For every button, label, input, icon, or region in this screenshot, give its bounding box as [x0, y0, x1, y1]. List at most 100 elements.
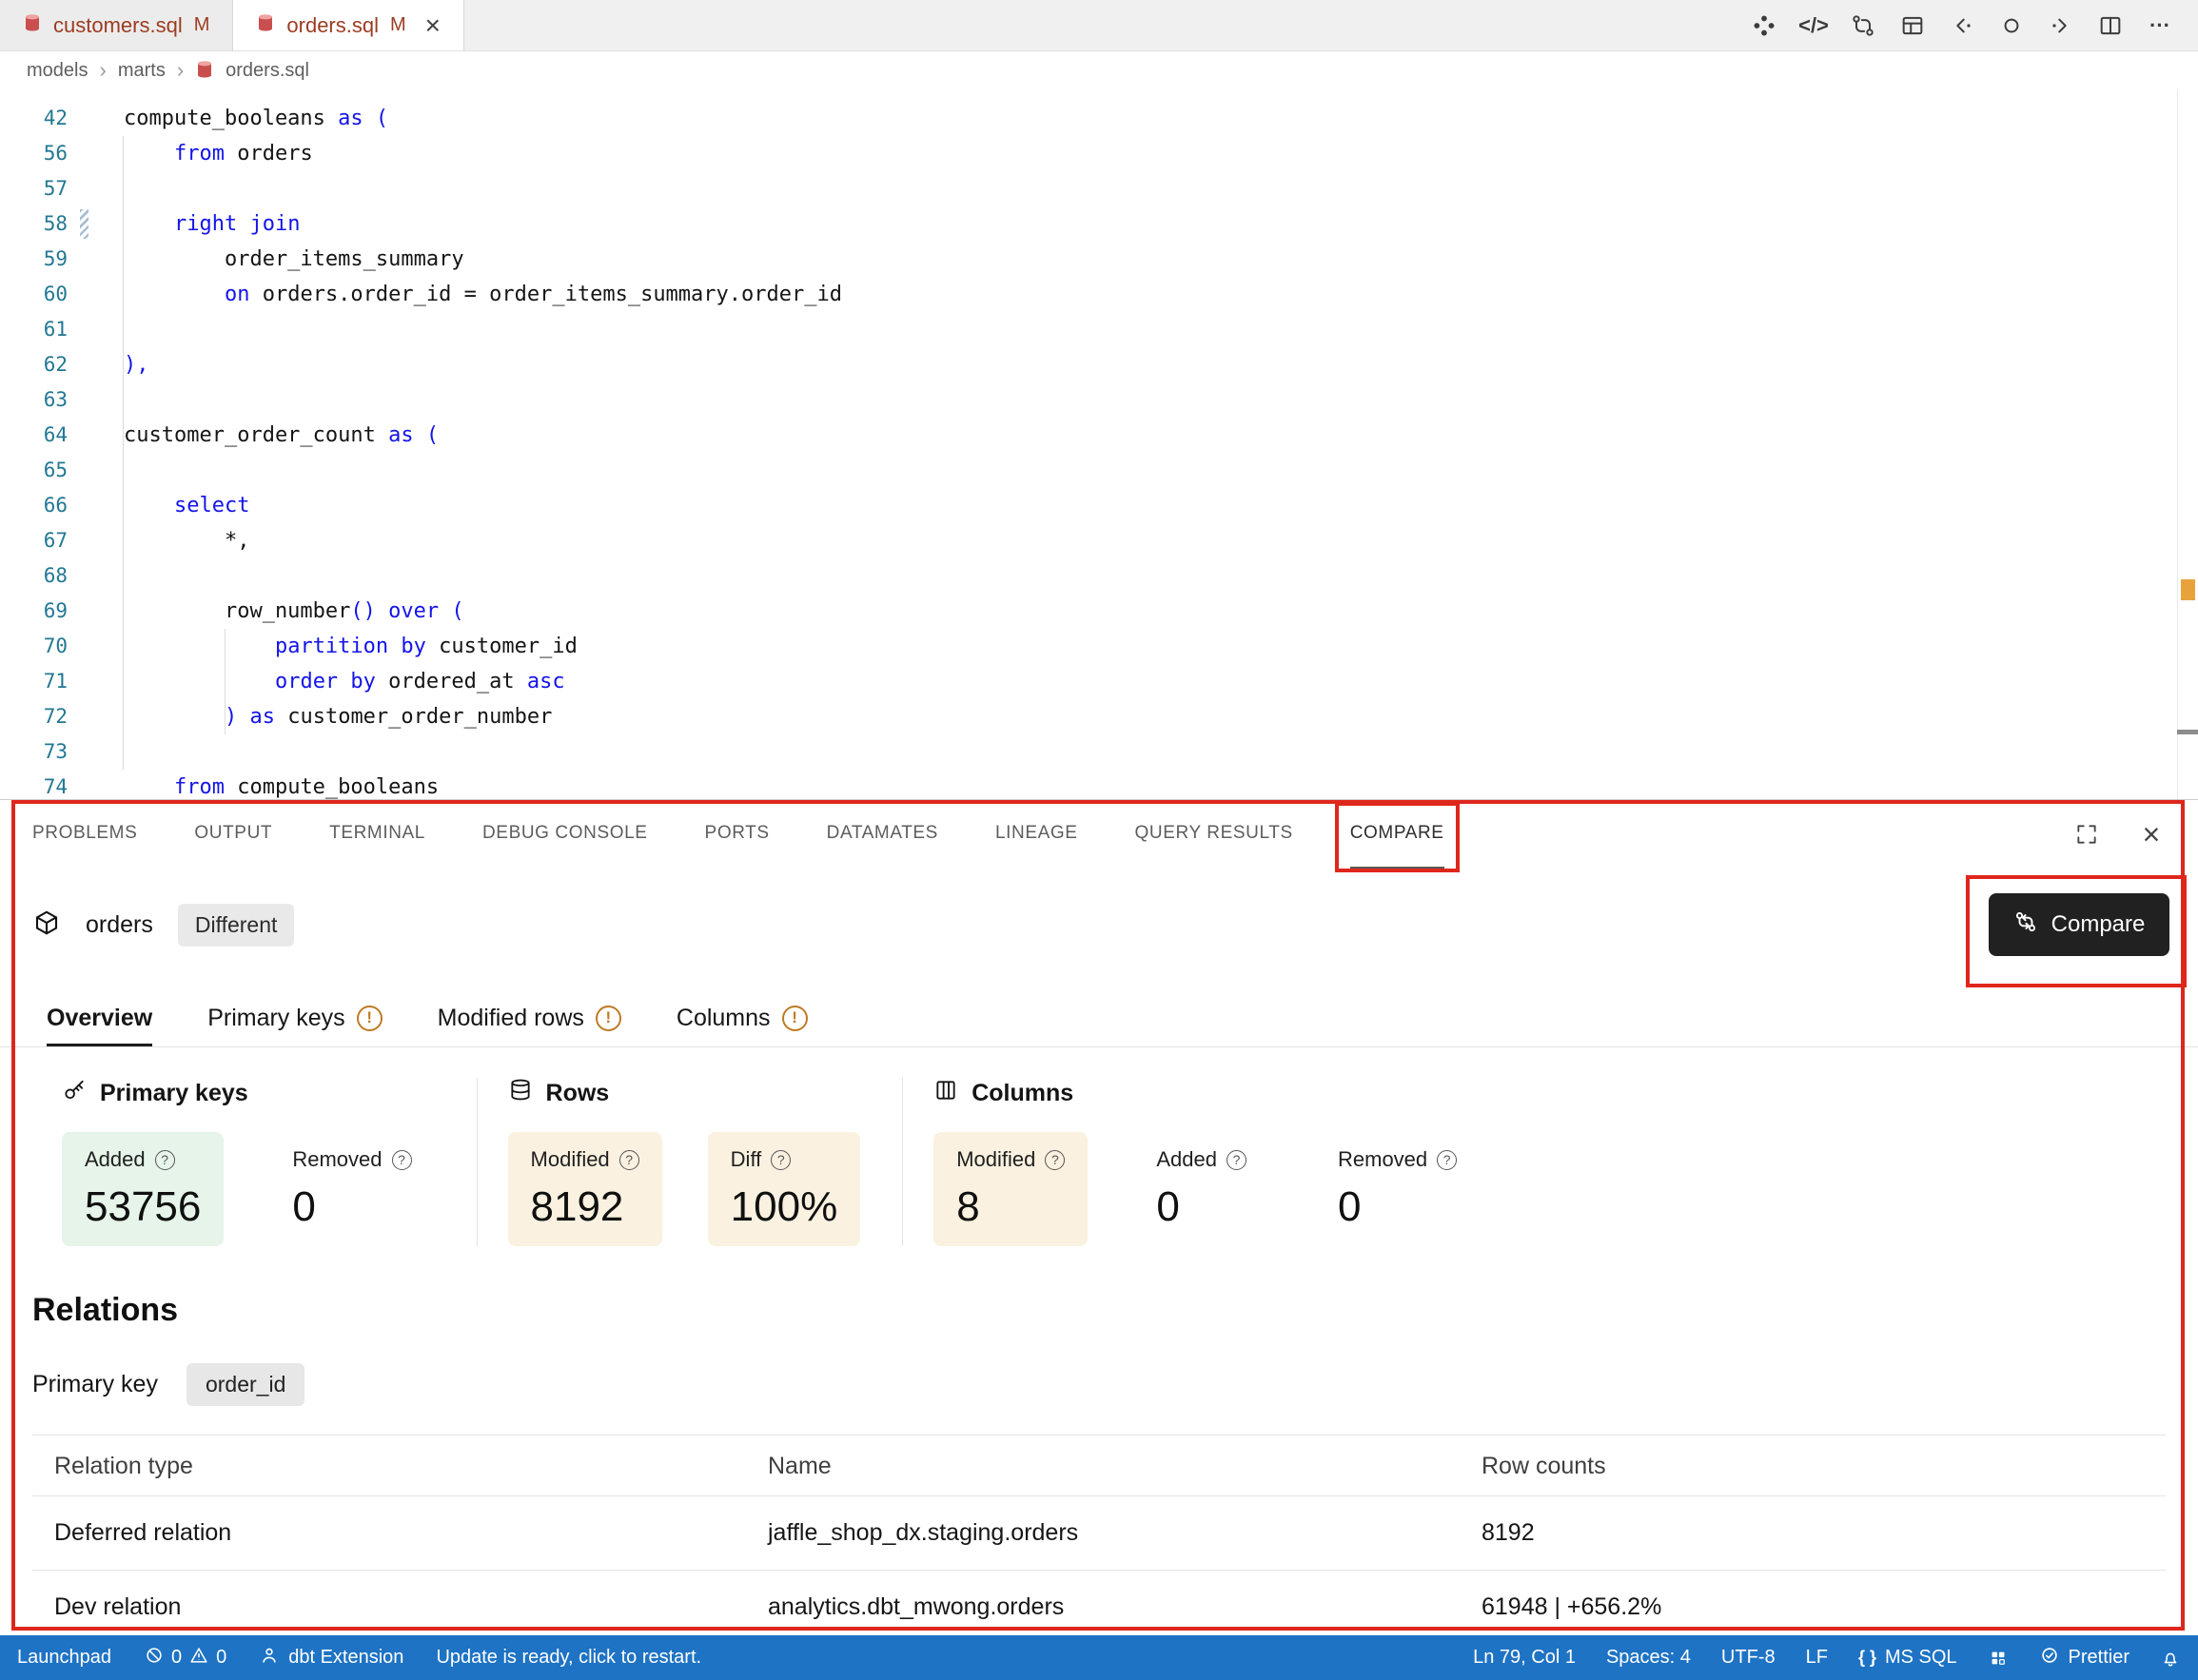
- help-icon[interactable]: ?: [392, 1150, 412, 1170]
- more-actions-icon[interactable]: ···: [2145, 10, 2175, 41]
- tab-label: orders.sql: [286, 13, 379, 38]
- code-line[interactable]: 70 partition by customer_id: [0, 629, 2198, 664]
- package-icon: [32, 908, 61, 942]
- code-line[interactable]: 63: [0, 382, 2198, 418]
- panel-tab-terminal[interactable]: TERMINAL: [329, 800, 425, 869]
- code-line[interactable]: 58 right join: [0, 206, 2198, 242]
- panel-tab-query-results[interactable]: QUERY RESULTS: [1135, 800, 1293, 869]
- compare-button[interactable]: Compare: [1989, 893, 2169, 956]
- eol-status[interactable]: LF: [1806, 1647, 1828, 1669]
- code-line[interactable]: 61: [0, 312, 2198, 347]
- stat-columns-modified: Modified?8: [933, 1132, 1088, 1246]
- columns-icon: [933, 1078, 958, 1109]
- warning-badge-icon: !: [782, 1006, 808, 1031]
- code-line[interactable]: 67 *,: [0, 523, 2198, 558]
- stat-label-text: Diff: [731, 1147, 762, 1172]
- update-restart-message[interactable]: Update is ready, click to restart.: [436, 1647, 701, 1669]
- panel-tab-debug-console[interactable]: DEBUG CONSOLE: [482, 800, 648, 869]
- maximize-panel-icon[interactable]: [2072, 820, 2101, 849]
- code-line[interactable]: 66 select: [0, 488, 2198, 523]
- code-line[interactable]: 74 from compute_booleans: [0, 770, 2198, 799]
- bottom-panel: PROBLEMS OUTPUT TERMINAL DEBUG CONSOLE PORTS…: [0, 799, 2198, 1635]
- git-compare-icon[interactable]: [1848, 10, 1878, 41]
- panel-tab-problems[interactable]: PROBLEMS: [32, 800, 137, 869]
- code-line[interactable]: 71 order by ordered_at asc: [0, 664, 2198, 699]
- split-editor-icon[interactable]: [2095, 10, 2126, 41]
- problems-status[interactable]: 0 0: [144, 1645, 226, 1671]
- code-line[interactable]: 60 on orders.order_id = order_items_summ…: [0, 277, 2198, 312]
- panel-tab-datamates[interactable]: DATAMATES: [827, 800, 938, 869]
- help-icon[interactable]: ?: [1045, 1150, 1065, 1170]
- line-number: 65: [0, 453, 68, 488]
- line-number: 42: [0, 101, 68, 136]
- indentation-status[interactable]: Spaces: 4: [1606, 1647, 1691, 1669]
- launchpad-button[interactable]: Launchpad: [17, 1647, 111, 1669]
- close-tab-icon[interactable]: ×: [425, 12, 441, 39]
- relations-table: Relation typeNameRow counts Deferred rel…: [32, 1435, 2166, 1645]
- formatter-label: Prettier: [2069, 1647, 2129, 1669]
- help-icon[interactable]: ?: [1227, 1150, 1246, 1170]
- primary-key-row: Primary key order_id: [32, 1363, 2198, 1406]
- breadcrumb-item-marts[interactable]: marts: [118, 60, 166, 82]
- code-line[interactable]: 69 row_number() over (: [0, 594, 2198, 629]
- code-line[interactable]: 57: [0, 171, 2198, 206]
- code-editor[interactable]: 42compute_booleans as (56 from orders575…: [0, 89, 2198, 799]
- code-line[interactable]: 42compute_booleans as (: [0, 101, 2198, 136]
- encoding-status[interactable]: UTF-8: [1721, 1647, 1776, 1669]
- overview-ruler-position-mark: [2177, 730, 2198, 734]
- code-line[interactable]: 65: [0, 453, 2198, 488]
- cursor-position[interactable]: Ln 79, Col 1: [1473, 1647, 1576, 1669]
- subtab-columns[interactable]: Columns!: [677, 992, 808, 1046]
- line-number: 61: [0, 312, 68, 347]
- subtab-primary-keys[interactable]: Primary keys!: [207, 992, 382, 1046]
- warning-badge-icon: !: [357, 1006, 383, 1031]
- dbt-extension-status[interactable]: dbt Extension: [259, 1645, 403, 1671]
- panel-tab-ports[interactable]: PORTS: [705, 800, 770, 869]
- formatter-status[interactable]: Prettier: [2039, 1645, 2129, 1671]
- line-number: 60: [0, 277, 68, 312]
- stat-primary-keys-removed: Removed?0: [269, 1132, 434, 1246]
- code-line[interactable]: 72 ) as customer_order_number: [0, 699, 2198, 734]
- breadcrumb-item-file[interactable]: orders.sql: [226, 60, 309, 82]
- relation-cell: Deferred relation: [32, 1496, 746, 1571]
- stat-group-title: Rows: [546, 1080, 610, 1107]
- panel-tab-lineage[interactable]: LINEAGE: [995, 800, 1078, 869]
- stat-primary-keys-added: Added?53756: [62, 1132, 224, 1246]
- code-lines: 42compute_booleans as (56 from orders575…: [0, 101, 2198, 799]
- help-icon[interactable]: ?: [1437, 1150, 1457, 1170]
- code-line[interactable]: 62),: [0, 347, 2198, 382]
- code-line[interactable]: 59 order_items_summary: [0, 242, 2198, 277]
- editor-tab-orders-sql[interactable]: orders.sqlM×: [233, 0, 464, 50]
- model-name: orders: [86, 911, 153, 939]
- extension-status-icon[interactable]: [1988, 1648, 2009, 1669]
- notifications-bell-icon[interactable]: [2160, 1648, 2181, 1669]
- close-panel-icon[interactable]: ×: [2137, 820, 2166, 849]
- relation-col-header: Relation type: [32, 1436, 746, 1496]
- table-preview-icon[interactable]: [1897, 10, 1928, 41]
- language-mode[interactable]: { } MS SQL: [1858, 1647, 1957, 1669]
- rows-icon: [508, 1078, 533, 1109]
- help-icon[interactable]: ?: [619, 1150, 639, 1170]
- breadcrumb-item-models[interactable]: models: [27, 60, 88, 82]
- code-line[interactable]: 56 from orders: [0, 136, 2198, 171]
- help-icon[interactable]: ?: [155, 1150, 175, 1170]
- help-icon[interactable]: ?: [771, 1150, 791, 1170]
- editor-scrollbar[interactable]: [2177, 89, 2198, 799]
- editor-tab-customers-sql[interactable]: customers.sqlM: [0, 0, 233, 50]
- code-line[interactable]: 73: [0, 734, 2198, 770]
- code-line[interactable]: 64customer_order_count as (: [0, 418, 2198, 453]
- revert-change-icon[interactable]: [1996, 10, 2027, 41]
- subtab-overview[interactable]: Overview: [47, 992, 152, 1046]
- check-circle-icon: [2039, 1645, 2060, 1671]
- subtab-modified-rows[interactable]: Modified rows!: [438, 992, 621, 1046]
- dbt-action-icon[interactable]: [1749, 10, 1779, 41]
- previous-change-icon[interactable]: [1947, 10, 1977, 41]
- next-change-icon[interactable]: [2046, 10, 2076, 41]
- stat-value: 53756: [85, 1183, 201, 1231]
- panel-tab-compare[interactable]: COMPARE: [1350, 800, 1444, 869]
- panel-tab-output[interactable]: OUTPUT: [194, 800, 272, 869]
- inline-code-icon[interactable]: </>: [1798, 10, 1829, 41]
- relation-cell: analytics.dbt_mwong.orders: [746, 1571, 1460, 1645]
- code-line[interactable]: 68: [0, 558, 2198, 594]
- editor-tab-bar: customers.sqlMorders.sqlM× </> ···: [0, 0, 2198, 51]
